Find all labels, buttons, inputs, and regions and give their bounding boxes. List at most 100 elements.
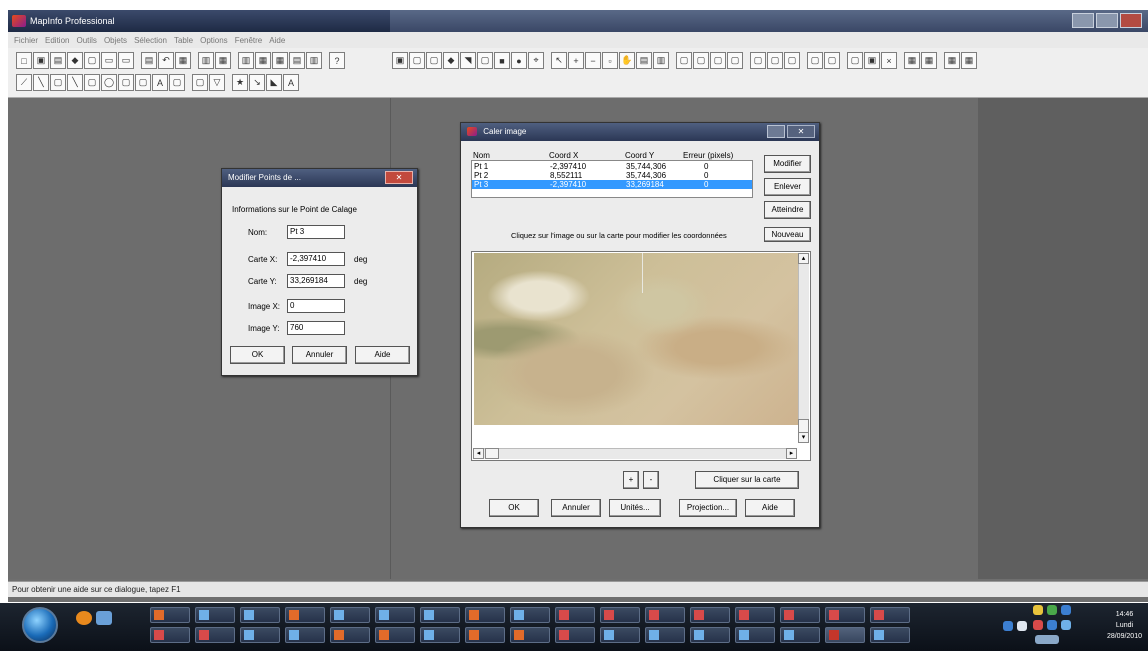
image-preview-pane[interactable]: ▴ ▾ ◂ ▸ <box>471 251 811 461</box>
tool-h-icon[interactable]: ▦ <box>961 52 977 69</box>
list-item[interactable]: Pt 2 8,552111 35,744,306 0 <box>472 171 752 180</box>
satellite-image[interactable] <box>474 253 798 425</box>
nom-field[interactable]: Pt 3 <box>287 225 345 239</box>
reshape-tool-icon[interactable]: ▢ <box>192 74 208 91</box>
menu-selection[interactable]: Sélection <box>134 36 167 45</box>
line-style-icon[interactable]: ↘ <box>249 74 265 91</box>
layer-control-icon[interactable]: ▤ <box>636 52 652 69</box>
zoom-minus-button[interactable]: - <box>643 471 659 489</box>
task-button[interactable] <box>375 627 415 643</box>
task-button[interactable] <box>240 607 280 623</box>
task-button[interactable] <box>285 607 325 623</box>
caler-help-button[interactable]: Aide <box>745 499 795 517</box>
legend-icon[interactable]: ▤ <box>289 52 305 69</box>
modify-ok-button[interactable]: OK <box>230 346 285 364</box>
frame-tool-icon[interactable]: ▢ <box>169 74 185 91</box>
open-workspace-icon[interactable]: ▤ <box>50 52 66 69</box>
task-button[interactable] <box>735 627 775 643</box>
task-button[interactable] <box>375 607 415 623</box>
change-view-icon[interactable]: ▫ <box>602 52 618 69</box>
tray-icon[interactable] <box>1003 621 1013 631</box>
add-node-icon[interactable]: ▢ <box>750 52 766 69</box>
tool-close-icon[interactable]: × <box>881 52 897 69</box>
task-button[interactable] <box>420 607 460 623</box>
modify-dialog-close-button[interactable]: ✕ <box>385 171 413 184</box>
tool-b-icon[interactable]: ▢ <box>824 52 840 69</box>
enlever-button[interactable]: Enlever <box>764 178 811 196</box>
menu-options[interactable]: Options <box>200 36 228 45</box>
table-icon[interactable]: ▦ <box>272 52 288 69</box>
text-style-icon[interactable]: A <box>283 74 299 91</box>
redistrict-icon[interactable]: ▦ <box>255 52 271 69</box>
arc-tool-icon[interactable]: ╲ <box>67 74 83 91</box>
caler-dialog-min-button[interactable] <box>767 125 785 138</box>
task-button[interactable] <box>240 627 280 643</box>
task-button[interactable] <box>150 607 190 623</box>
layout-icon[interactable]: ▥ <box>238 52 254 69</box>
set-target-icon[interactable]: ▢ <box>710 52 726 69</box>
explorer-pinned-icon[interactable] <box>96 611 112 625</box>
info-tool-icon[interactable]: ● <box>511 52 527 69</box>
drag-map-icon[interactable]: ▢ <box>676 52 692 69</box>
rounded-rect-tool-icon[interactable]: ▢ <box>135 74 151 91</box>
radius-icon[interactable]: ▢ <box>426 52 442 69</box>
label-tool-icon[interactable]: ⌖ <box>528 52 544 69</box>
copy-icon[interactable]: ▭ <box>118 52 134 69</box>
tray-icon[interactable] <box>1017 621 1027 631</box>
task-button[interactable] <box>780 627 820 643</box>
tray-icon[interactable] <box>1061 605 1071 615</box>
task-button[interactable] <box>690 607 730 623</box>
line-tool-icon[interactable]: ╲ <box>33 74 49 91</box>
rectangle-tool-icon[interactable]: ▢ <box>118 74 134 91</box>
caler-ok-button[interactable]: OK <box>489 499 539 517</box>
tool-d-icon[interactable]: ▣ <box>864 52 880 69</box>
modifier-button[interactable]: Modifier <box>764 155 811 173</box>
volume-icon[interactable] <box>1035 635 1059 644</box>
task-button[interactable] <box>150 627 190 643</box>
help-cursor-icon[interactable]: ? <box>329 52 345 69</box>
clip-region-icon[interactable]: ▢ <box>693 52 709 69</box>
image-x-field[interactable]: 0 <box>287 299 345 313</box>
grabber-icon[interactable]: ✋ <box>619 52 635 69</box>
scroll-down-icon[interactable]: ▾ <box>798 432 809 443</box>
tool-e-icon[interactable]: ▦ <box>904 52 920 69</box>
maximize-button[interactable] <box>1096 13 1118 28</box>
add-node-tool-icon[interactable]: ▽ <box>209 74 225 91</box>
scroll-thumb[interactable] <box>798 419 809 433</box>
reshape-icon[interactable]: ▢ <box>727 52 743 69</box>
modify-help-button[interactable]: Aide <box>355 346 410 364</box>
task-button[interactable] <box>510 607 550 623</box>
carte-x-field[interactable]: -2,397410 <box>287 252 345 266</box>
map-window-icon[interactable]: ▥ <box>198 52 214 69</box>
task-button[interactable] <box>645 627 685 643</box>
image-y-field[interactable]: 760 <box>287 321 345 335</box>
new-table-icon[interactable]: □ <box>16 52 32 69</box>
undo-icon[interactable]: ↶ <box>158 52 174 69</box>
ellipse-tool-icon[interactable]: ◯ <box>101 74 117 91</box>
statistics-icon[interactable]: ▥ <box>306 52 322 69</box>
zoom-out-icon[interactable]: − <box>585 52 601 69</box>
tool-c-icon[interactable]: ▢ <box>847 52 863 69</box>
caler-dialog-close-button[interactable]: ✕ <box>787 125 815 138</box>
tray-icon[interactable] <box>1061 620 1071 630</box>
list-item[interactable]: Pt 1 -2,397410 35,744,306 0 <box>472 162 752 171</box>
scroll-left-icon[interactable]: ◂ <box>473 448 484 459</box>
menu-aide[interactable]: Aide <box>269 36 285 45</box>
graph-icon[interactable]: ▦ <box>215 52 231 69</box>
start-button[interactable] <box>22 607 58 643</box>
task-button[interactable] <box>825 607 865 623</box>
atteindre-button[interactable]: Atteindre <box>764 201 811 219</box>
region-style-icon[interactable]: ◣ <box>266 74 282 91</box>
polygon-select-icon[interactable]: ◆ <box>443 52 459 69</box>
modify-cancel-button[interactable]: Annuler <box>292 346 347 364</box>
ruler-icon[interactable]: ▥ <box>653 52 669 69</box>
close-button[interactable] <box>1120 13 1142 28</box>
unites-button[interactable]: Unités... <box>609 499 661 517</box>
tool-f-icon[interactable]: ▦ <box>921 52 937 69</box>
menu-table[interactable]: Table <box>174 36 193 45</box>
task-button[interactable] <box>330 607 370 623</box>
task-button[interactable] <box>195 627 235 643</box>
hscroll-thumb[interactable] <box>485 448 499 459</box>
scroll-right-icon[interactable]: ▸ <box>786 448 797 459</box>
unselect-icon[interactable]: ▢ <box>477 52 493 69</box>
